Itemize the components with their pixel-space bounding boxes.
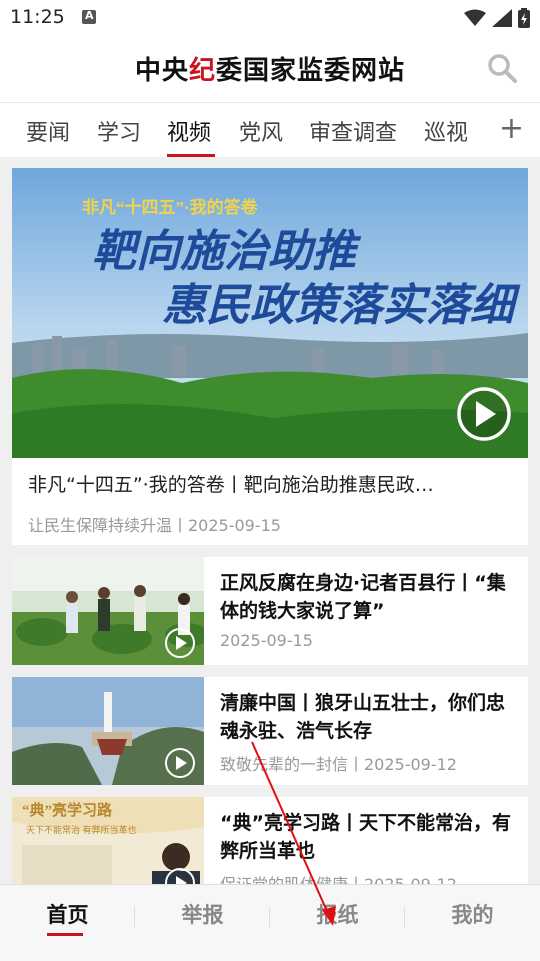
bottom-navigation: 首页 举报 报纸 我的 (0, 884, 540, 961)
battery-icon (518, 8, 530, 28)
signal-icon (492, 9, 512, 27)
nav-mine-label: 我的 (451, 903, 494, 927)
tab-yaowen[interactable]: 要闻 (26, 115, 70, 147)
play-icon[interactable] (165, 748, 195, 778)
nav-report-label: 举报 (181, 903, 224, 927)
active-nav-indicator (47, 933, 83, 936)
site-title: 中央纪委国家监委网站 (0, 50, 540, 87)
article-title[interactable]: 清廉中国丨狼牙山五壮士，你们忠魂永驻、浩气长存 (220, 689, 516, 745)
status-bar: 11:25 A (0, 0, 540, 36)
app-header: 中央纪委国家监委网站 (0, 36, 540, 102)
nav-newspaper-label: 报纸 (316, 903, 359, 927)
tab-dangfeng[interactable]: 党风 (239, 115, 283, 147)
add-tab-icon[interactable]: + (499, 111, 524, 146)
status-time: 11:25 (10, 6, 65, 28)
notification-a-icon: A (82, 9, 96, 24)
nav-home[interactable]: 首页 (0, 899, 135, 929)
tab-xuexi[interactable]: 学习 (97, 115, 141, 147)
nav-home-label: 首页 (46, 903, 89, 927)
featured-video-meta: 让民生保障持续升温丨2025-09-15 (28, 516, 281, 535)
nav-newspaper[interactable]: 报纸 (270, 899, 405, 929)
article-title[interactable]: 正风反腐在身边·记者百县行丨“集体的钱大家说了算” (220, 569, 516, 625)
article-meta: 2025-09-15 (220, 631, 313, 650)
tab-video[interactable]: 视频 (167, 115, 211, 147)
tab-xunshi[interactable]: 巡视 (424, 115, 468, 147)
site-title-part1: 中央 (134, 56, 189, 86)
hero-overlay-caption: 非凡“十四五”·我的答卷 (82, 197, 259, 217)
nav-report[interactable]: 举报 (135, 899, 270, 929)
article-meta: 致敬先辈的一封信丨2025-09-12 (220, 755, 457, 774)
list-item[interactable]: 清廉中国丨狼牙山五壮士，你们忠魂永驻、浩气长存 致敬先辈的一封信丨2025-09… (12, 677, 528, 785)
thumb-subtitle-text: 天下不能常治 有弊所当革也 (26, 824, 137, 835)
thumb-title-text: “典”亮学习路 (22, 801, 113, 819)
list-item[interactable]: 正风反腐在身边·记者百县行丨“集体的钱大家说了算” 2025-09-15 (12, 557, 528, 665)
hero-overlay-line2: 惠民政策落实落细 (162, 281, 521, 330)
hero-overlay-line1: 靶向施治助推 (92, 227, 362, 276)
article-thumbnail[interactable] (12, 557, 204, 665)
active-tab-indicator (167, 154, 215, 157)
a-badge: A (85, 9, 94, 22)
wifi-icon (464, 9, 486, 26)
featured-video-card[interactable]: 非凡“十四五”·我的答卷 靶向施治助推 惠民政策落实落细 非凡“十四五”·我的答… (12, 168, 528, 545)
status-icons (464, 8, 530, 28)
tab-investigation[interactable]: 审查调查 (309, 115, 397, 147)
nav-mine[interactable]: 我的 (405, 899, 540, 929)
site-title-part2: 委国家监委网站 (216, 56, 406, 86)
article-thumbnail[interactable] (12, 677, 204, 785)
featured-video-title[interactable]: 非凡“十四五”·我的答卷丨靶向施治助推惠民政… (28, 470, 512, 497)
site-title-highlight: 纪 (188, 56, 216, 86)
category-tabs: 要闻 学习 视频 党风 审查调查 巡视 + (0, 102, 540, 157)
play-icon[interactable] (457, 387, 511, 441)
featured-video-thumbnail[interactable]: 非凡“十四五”·我的答卷 靶向施治助推 惠民政策落实落细 (12, 168, 528, 458)
article-title[interactable]: “典”亮学习路丨天下不能常治，有弊所当革也 (220, 809, 516, 865)
search-icon[interactable] (486, 52, 518, 84)
play-icon[interactable] (165, 628, 195, 658)
